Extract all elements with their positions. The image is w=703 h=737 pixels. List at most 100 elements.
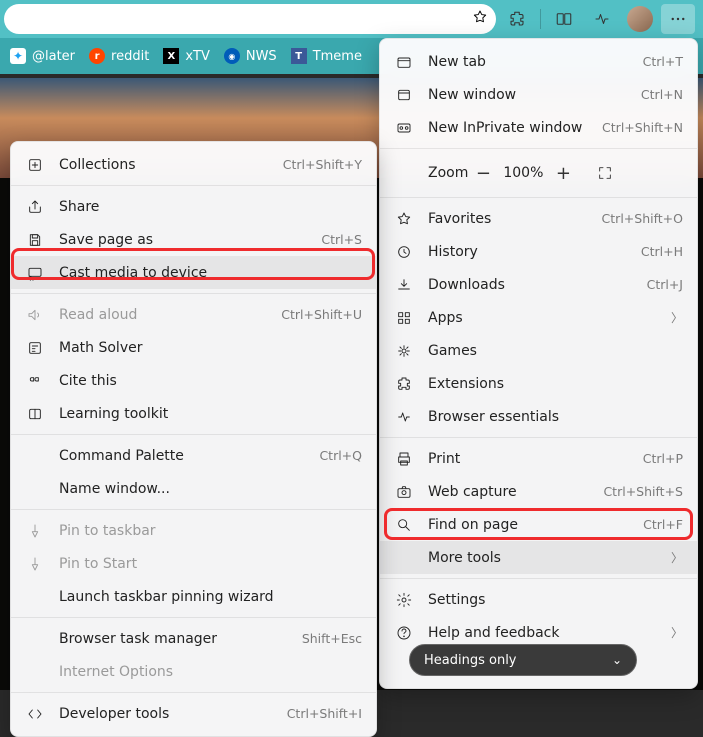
shortcut-label: Ctrl+S: [321, 232, 362, 247]
fullscreen-button[interactable]: [590, 158, 620, 188]
address-bar[interactable]: [4, 4, 496, 34]
menu-label: New InPrivate window: [428, 120, 602, 136]
menu-label: Web capture: [428, 484, 603, 500]
nws-icon: ◉: [224, 48, 240, 64]
zoom-in-button[interactable]: +: [548, 158, 578, 188]
x-icon: X: [163, 48, 179, 64]
menu-label: Browser task manager: [59, 631, 302, 647]
menu-label: Cast media to device: [59, 265, 362, 281]
menu-label: More tools: [428, 550, 663, 566]
menu-label: Share: [59, 199, 362, 215]
bookmark-label: reddit: [111, 49, 149, 64]
menu-favorites[interactable]: FavoritesCtrl+Shift+O: [380, 202, 697, 235]
shortcut-label: Shift+Esc: [302, 631, 362, 646]
bookmark-nws[interactable]: ◉ NWS: [224, 48, 277, 64]
star-icon: [394, 209, 414, 229]
bookmark-label: Tmeme: [313, 49, 362, 64]
shortcut-label: Ctrl+H: [641, 244, 683, 259]
shortcut-label: Ctrl+Shift+S: [603, 484, 683, 499]
profile-button[interactable]: [623, 4, 657, 34]
bookmark-label: @later: [32, 49, 75, 64]
menu-new-tab[interactable]: New tabCtrl+T: [380, 45, 697, 78]
menu-label: New tab: [428, 54, 643, 70]
collections-icon: [25, 155, 45, 175]
bookmark-label: xTV: [185, 49, 210, 64]
sub-math-solver[interactable]: Math Solver: [11, 331, 376, 364]
sub-read-aloud: Read aloudCtrl+Shift+U: [11, 298, 376, 331]
tab-icon: [394, 52, 414, 72]
shortcut-label: Ctrl+N: [641, 87, 683, 102]
math-icon: [25, 338, 45, 358]
bookmark-reddit[interactable]: rreddit: [89, 48, 149, 64]
menu-settings[interactable]: Settings: [380, 583, 697, 616]
search-icon: [394, 515, 414, 535]
bookmark-later[interactable]: ✦ @later: [10, 48, 75, 64]
sub-name-window[interactable]: Name window...: [11, 472, 376, 505]
sub-share[interactable]: Share: [11, 190, 376, 223]
sub-cite-this[interactable]: Cite this: [11, 364, 376, 397]
shortcut-label: Ctrl+P: [643, 451, 683, 466]
shortcut-label: Ctrl+T: [643, 54, 683, 69]
menu-label: Games: [428, 343, 683, 359]
zoom-value: 100%: [498, 165, 548, 181]
shortcut-label: Ctrl+Q: [319, 448, 362, 463]
menu-separator: [11, 692, 376, 693]
menu-label: Name window...: [59, 481, 362, 497]
shortcut-label: Ctrl+Shift+I: [287, 706, 362, 721]
menu-apps[interactable]: Apps〉: [380, 301, 697, 334]
menu-extensions[interactable]: Extensions: [380, 367, 697, 400]
menu-webcapture[interactable]: Web captureCtrl+Shift+S: [380, 475, 697, 508]
menu-new-window[interactable]: New windowCtrl+N: [380, 78, 697, 111]
menu-label: Browser essentials: [428, 409, 683, 425]
bookmark-label: NWS: [246, 49, 277, 64]
bookmark-tmeme[interactable]: TTmeme: [291, 48, 362, 64]
menu-inprivate[interactable]: New InPrivate windowCtrl+Shift+N: [380, 111, 697, 144]
extensions-button[interactable]: [500, 4, 534, 34]
shortcut-label: Ctrl+Shift+N: [602, 120, 683, 135]
menu-games[interactable]: Games: [380, 334, 697, 367]
menu-label: Read aloud: [59, 307, 281, 323]
sub-task-manager[interactable]: Browser task managerShift+Esc: [11, 622, 376, 655]
menu-history[interactable]: HistoryCtrl+H: [380, 235, 697, 268]
menu-print[interactable]: PrintCtrl+P: [380, 442, 697, 475]
sub-save-page[interactable]: Save page asCtrl+S: [11, 223, 376, 256]
split-screen-button[interactable]: [547, 4, 581, 34]
history-icon: [394, 242, 414, 262]
menu-find[interactable]: Find on pageCtrl+F: [380, 508, 697, 541]
menu-separator: [11, 293, 376, 294]
menu-label: New window: [428, 87, 641, 103]
menu-downloads[interactable]: DownloadsCtrl+J: [380, 268, 697, 301]
menu-more-tools[interactable]: More tools〉: [380, 541, 697, 574]
learning-icon: [25, 404, 45, 424]
star-icon[interactable]: [472, 9, 488, 29]
more-menu-button[interactable]: [661, 4, 695, 34]
menu-label: Settings: [428, 592, 683, 608]
menu-label: Extensions: [428, 376, 683, 392]
zoom-out-button[interactable]: −: [468, 158, 498, 188]
menu-label: Command Palette: [59, 448, 319, 464]
shortcut-label: Ctrl+J: [647, 277, 683, 292]
headings-dropdown[interactable]: Headings only ⌄: [409, 644, 637, 676]
performance-button[interactable]: [585, 4, 619, 34]
sub-pin-wizard[interactable]: Launch taskbar pinning wizard: [11, 580, 376, 613]
menu-label: Downloads: [428, 277, 647, 293]
menu-separator: [380, 148, 697, 149]
menu-label: Collections: [59, 157, 283, 173]
twitter-icon: ✦: [10, 48, 26, 64]
bookmark-xtv[interactable]: XxTV: [163, 48, 210, 64]
menu-label: Learning toolkit: [59, 406, 362, 422]
share-icon: [25, 197, 45, 217]
extensions-icon: [394, 374, 414, 394]
sub-cast-media[interactable]: Cast media to device: [11, 256, 376, 289]
menu-separator: [380, 437, 697, 438]
sub-collections[interactable]: CollectionsCtrl+Shift+Y: [11, 148, 376, 181]
sub-developer-tools[interactable]: Developer toolsCtrl+Shift+I: [11, 697, 376, 730]
shortcut-label: Ctrl+F: [643, 517, 683, 532]
reddit-icon: r: [89, 48, 105, 64]
window-icon: [394, 85, 414, 105]
sub-command-palette[interactable]: Command PaletteCtrl+Q: [11, 439, 376, 472]
menu-essentials[interactable]: Browser essentials: [380, 400, 697, 433]
sub-learning-toolkit[interactable]: Learning toolkit: [11, 397, 376, 430]
browser-toolbar: [0, 0, 703, 38]
apps-icon: [394, 308, 414, 328]
